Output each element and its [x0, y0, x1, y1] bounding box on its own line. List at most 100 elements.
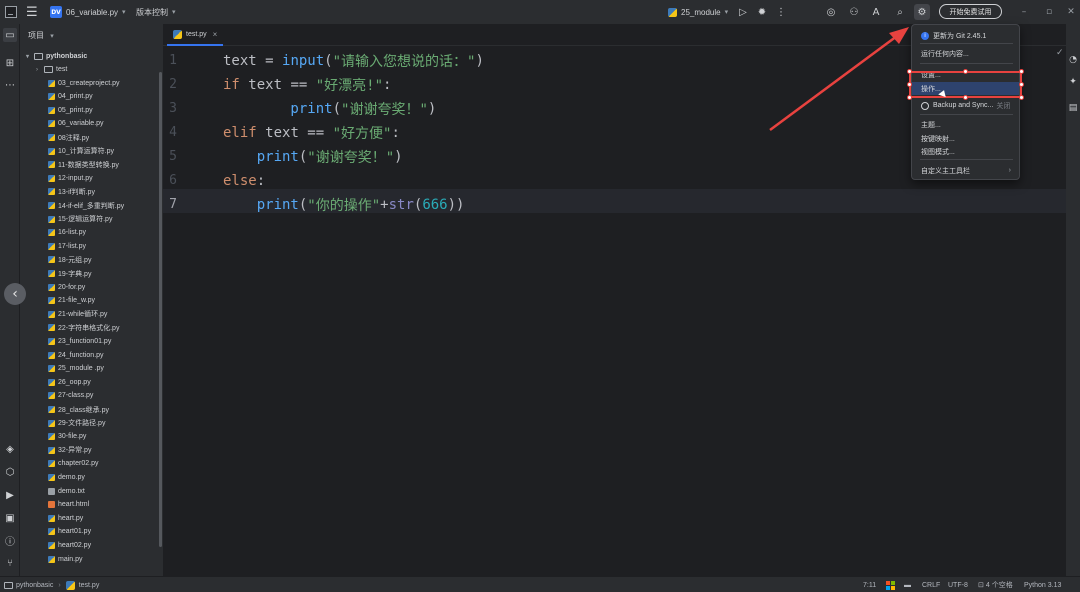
- tree-file[interactable]: 24_function.py: [48, 349, 104, 362]
- debug-icon[interactable]: ✹: [754, 4, 770, 20]
- minimize-icon[interactable]: –: [1017, 4, 1031, 20]
- menu-item[interactable]: 自定义主工具栏 ›: [912, 164, 1019, 177]
- ai-assistant-icon[interactable]: ◎: [823, 4, 839, 20]
- menu-item[interactable]: 按键映射...: [912, 132, 1019, 145]
- chevron-down-icon: ▾: [122, 8, 126, 16]
- python-packages-icon[interactable]: ◈: [3, 442, 17, 456]
- python-interpreter[interactable]: Python 3.13: [1024, 577, 1061, 592]
- tree-item-label: 20-for.py: [58, 283, 86, 291]
- tree-file[interactable]: 10_计算运算符.py: [48, 145, 114, 158]
- menu-item[interactable]: 运行任何内容...: [912, 47, 1019, 60]
- tree-item-label: demo.py: [58, 474, 85, 481]
- tree-root[interactable]: ▾ pythonbasic: [26, 50, 87, 63]
- tree-file[interactable]: 19-字典.py: [48, 267, 91, 280]
- tree-file[interactable]: heart.html: [48, 498, 89, 511]
- tree-file[interactable]: 03_createproject.py: [48, 77, 119, 90]
- tree-file[interactable]: 25_module .py: [48, 362, 104, 375]
- more-tools-icon[interactable]: ⋯: [3, 78, 17, 92]
- database-icon[interactable]: ▤: [1067, 102, 1079, 114]
- tree-file[interactable]: 18-元组.py: [48, 253, 91, 266]
- tree-file[interactable]: main.py: [48, 553, 83, 566]
- tree-file[interactable]: 32-异常.py: [48, 444, 91, 457]
- tree-file[interactable]: 13-if判断.py: [48, 185, 95, 198]
- project-scrollbar[interactable]: [159, 72, 162, 547]
- code-token: :: [383, 77, 392, 93]
- code-line[interactable]: print("谢谢夸奖！"): [223, 145, 403, 169]
- terminal-icon[interactable]: ▣: [3, 511, 17, 525]
- folder-icon[interactable]: ▭: [3, 28, 17, 42]
- tree-file[interactable]: 08注释.py: [48, 131, 89, 144]
- code-token: print: [223, 149, 299, 165]
- tree-file[interactable]: 14-if-elif_多重判断.py: [48, 199, 124, 212]
- tree-file[interactable]: 16-list.py: [48, 226, 86, 239]
- code-line[interactable]: text = input("请输入您想说的话："): [223, 49, 484, 73]
- tree-file[interactable]: 22-字符串格式化.py: [48, 321, 119, 334]
- tree-file[interactable]: 04_print.py: [48, 90, 93, 103]
- indent-settings[interactable]: ⊡ 4 个空格: [978, 577, 1013, 592]
- tree-folder[interactable]: › test: [36, 63, 67, 76]
- run-config-selector[interactable]: 25_module ▾: [668, 0, 728, 24]
- tree-file[interactable]: 30-file.py: [48, 430, 86, 443]
- add-user-icon[interactable]: ⚇: [846, 4, 862, 20]
- tree-file[interactable]: 23_function01.py: [48, 335, 111, 348]
- line-separator[interactable]: CRLF: [922, 577, 940, 592]
- git-icon[interactable]: ⑂: [3, 556, 17, 570]
- ai-chat-icon[interactable]: ✦: [1067, 76, 1079, 88]
- tree-file[interactable]: 20-for.py: [48, 281, 85, 294]
- file-encoding[interactable]: UTF-8: [948, 577, 968, 592]
- code-line[interactable]: print("谢谢夸奖！"): [223, 97, 436, 121]
- tree-file[interactable]: 15-逻辑运算符.py: [48, 213, 112, 226]
- menu-item[interactable]: i 更新为 Git 2.45.1: [912, 29, 1019, 42]
- tree-file[interactable]: 05_print.py: [48, 104, 93, 117]
- run-tool-icon[interactable]: ▶: [3, 488, 17, 502]
- menu-item-label: 主题...: [921, 121, 941, 129]
- code-line[interactable]: print("你的操作" + str(666)): [223, 193, 465, 217]
- tree-file[interactable]: 21-while循环.py: [48, 308, 107, 321]
- close-icon[interactable]: ✕: [1064, 4, 1078, 20]
- structure-icon[interactable]: ⊞: [3, 56, 17, 70]
- run-icon[interactable]: ▷: [735, 4, 751, 20]
- tree-file[interactable]: chapter02.py: [48, 457, 98, 470]
- tree-file[interactable]: 28_class继承.py: [48, 403, 109, 416]
- tree-file[interactable]: 29-文件路径.py: [48, 417, 105, 430]
- tree-file[interactable]: 26_oop.py: [48, 376, 91, 389]
- tree-file[interactable]: 21-file_w.py: [48, 294, 95, 307]
- bookmark-icon[interactable]: ▬: [904, 577, 911, 592]
- maximize-icon[interactable]: ▫: [1042, 4, 1056, 20]
- tree-file[interactable]: heart02.py: [48, 539, 91, 552]
- caret-position[interactable]: 7:11: [863, 577, 876, 592]
- app-logo-icon[interactable]: [5, 6, 17, 18]
- translate-icon[interactable]: A: [868, 4, 884, 20]
- tree-file[interactable]: 11-数据类型转换.py: [48, 158, 119, 171]
- gear-icon[interactable]: ⚙: [914, 4, 930, 20]
- search-icon[interactable]: ⌕: [892, 4, 908, 20]
- code-line[interactable]: else:: [223, 169, 265, 193]
- code-line[interactable]: if text == "好漂亮!":: [223, 73, 391, 97]
- services-icon[interactable]: ⬡: [3, 465, 17, 479]
- code-line[interactable]: elif text == "好方便":: [223, 121, 400, 145]
- free-trial-button[interactable]: 开始免费试用: [939, 4, 1002, 19]
- breadcrumb[interactable]: pythonbasic › test.py: [4, 577, 99, 592]
- project-selector[interactable]: DV 06_variable.py ▾: [50, 0, 126, 24]
- close-icon[interactable]: ×: [213, 30, 218, 39]
- tree-file[interactable]: heart01.py: [48, 525, 91, 538]
- menu-item[interactable]: 主题...: [912, 118, 1019, 131]
- chevron-right-icon[interactable]: ›: [36, 67, 44, 73]
- more-actions-icon[interactable]: ⋮: [773, 4, 789, 20]
- collapse-panel-icon[interactable]: ‹: [4, 283, 26, 305]
- vcs-widget[interactable]: 版本控制 ▾: [136, 0, 176, 24]
- tree-file[interactable]: 27-class.py: [48, 389, 93, 402]
- tab-test-py[interactable]: test.py ×: [167, 24, 224, 46]
- tree-file[interactable]: demo.py: [48, 471, 85, 484]
- problems-icon[interactable]: ⓘ: [3, 533, 17, 548]
- project-panel-header[interactable]: 项目 ▾: [28, 30, 54, 41]
- tree-file[interactable]: 12-input.py: [48, 172, 93, 185]
- tree-file[interactable]: heart.py: [48, 512, 83, 525]
- notifications-icon[interactable]: ◔: [1067, 54, 1079, 66]
- main-menu-icon[interactable]: ☰: [26, 0, 38, 24]
- menu-item[interactable]: Backup and Sync... 关闭: [912, 99, 1019, 112]
- tree-file[interactable]: demo.txt: [48, 485, 85, 498]
- tree-file[interactable]: 17-list.py: [48, 240, 86, 253]
- menu-item[interactable]: 视图模式...: [912, 145, 1019, 158]
- tree-file[interactable]: 06_variable.py: [48, 117, 104, 130]
